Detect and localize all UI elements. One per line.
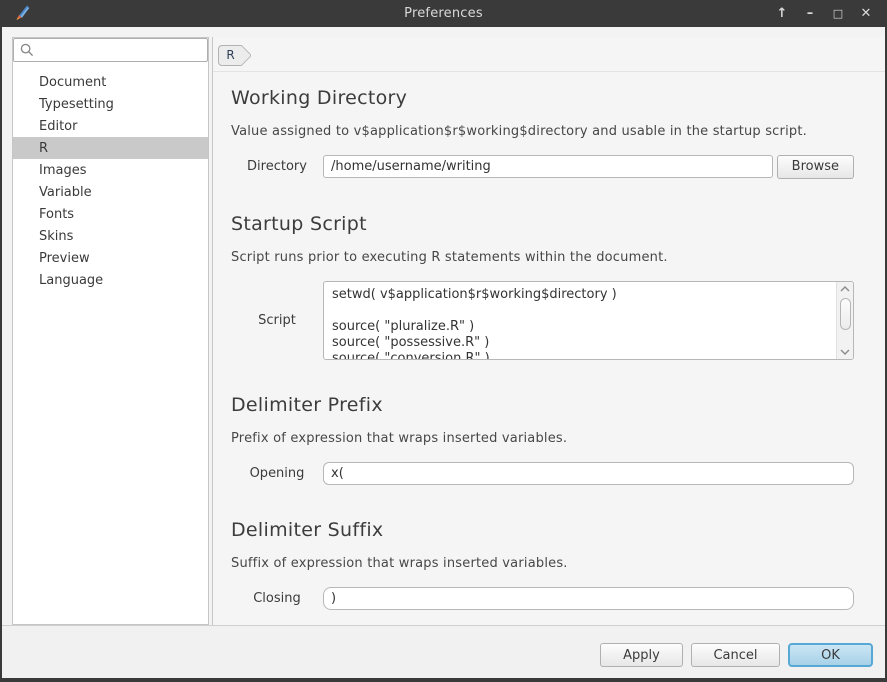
settings-nav-list: Document Typesetting Editor R Images Var… [13,62,208,291]
minimize-button[interactable]: – [799,3,821,25]
search-input[interactable] [38,43,201,58]
startup-script-description: Script runs prior to executing R stateme… [231,250,869,265]
maximize-button[interactable]: □ [827,3,849,25]
scroll-down-icon[interactable] [837,345,853,359]
sidebar-item-editor[interactable]: Editor [13,115,208,137]
sidebar-item-document[interactable]: Document [13,71,208,93]
sidebar-search-box[interactable] [13,38,208,62]
directory-row: Directory Browse [231,155,869,179]
closing-row: Closing [231,587,869,610]
delimiter-suffix-description: Suffix of expression that wraps inserted… [231,556,869,571]
breadcrumb-r-chip[interactable]: R [218,45,242,66]
sidebar-item-skins[interactable]: Skins [13,225,208,247]
opening-row: Opening [231,462,869,485]
dialog-footer: Apply Cancel OK [2,625,885,678]
directory-label: Directory [231,159,323,174]
sidebar: Document Typesetting Editor R Images Var… [12,37,209,625]
apply-button[interactable]: Apply [600,643,683,667]
working-directory-title: Working Directory [231,87,869,109]
app-pen-icon [13,4,31,22]
sidebar-item-language[interactable]: Language [13,269,208,291]
working-directory-description: Value assigned to v$application$r$workin… [231,124,869,139]
window-title: Preferences [0,6,887,21]
sidebar-item-variable[interactable]: Variable [13,181,208,203]
close-button[interactable]: ✕ [855,3,877,25]
browse-button[interactable]: Browse [777,155,854,179]
startup-script-title: Startup Script [231,213,869,235]
opening-label: Opening [231,466,323,481]
script-scrollbar[interactable] [836,282,853,359]
main-panel: R Working Directory Value assigned to v$… [212,37,885,625]
panels: Document Typesetting Editor R Images Var… [2,27,885,625]
sidebar-item-preview[interactable]: Preview [13,247,208,269]
sidebar-item-typesetting[interactable]: Typesetting [13,93,208,115]
sidebar-item-fonts[interactable]: Fonts [13,203,208,225]
closing-delimiter-input[interactable] [323,587,854,610]
cancel-button[interactable]: Cancel [691,643,780,667]
sidebar-item-images[interactable]: Images [13,159,208,181]
delimiter-prefix-description: Prefix of expression that wraps inserted… [231,431,869,446]
titlebar[interactable]: Preferences ↑ – □ ✕ [0,0,887,27]
sidebar-item-r[interactable]: R [13,137,208,159]
script-label: Script [231,313,323,328]
breadcrumb: R [213,37,885,72]
closing-label: Closing [231,591,323,606]
search-icon [20,43,34,57]
script-row: Script setwd( v$application$r$working$di… [231,281,869,360]
keep-above-button[interactable]: ↑ [771,3,793,25]
scroll-up-icon[interactable] [837,282,853,296]
directory-input[interactable] [323,155,773,178]
script-textarea[interactable]: setwd( v$application$r$working$directory… [323,281,854,360]
settings-page: Working Directory Value assigned to v$ap… [213,72,885,610]
preferences-window: Preferences ↑ – □ ✕ Document Type [0,0,887,682]
delimiter-prefix-title: Delimiter Prefix [231,394,869,416]
ok-button[interactable]: OK [788,643,873,667]
delimiter-suffix-title: Delimiter Suffix [231,519,869,541]
opening-delimiter-input[interactable] [323,462,854,485]
scrollbar-thumb[interactable] [840,298,851,330]
dialog-content: Document Typesetting Editor R Images Var… [2,27,885,678]
window-controls: ↑ – □ ✕ [771,0,877,27]
